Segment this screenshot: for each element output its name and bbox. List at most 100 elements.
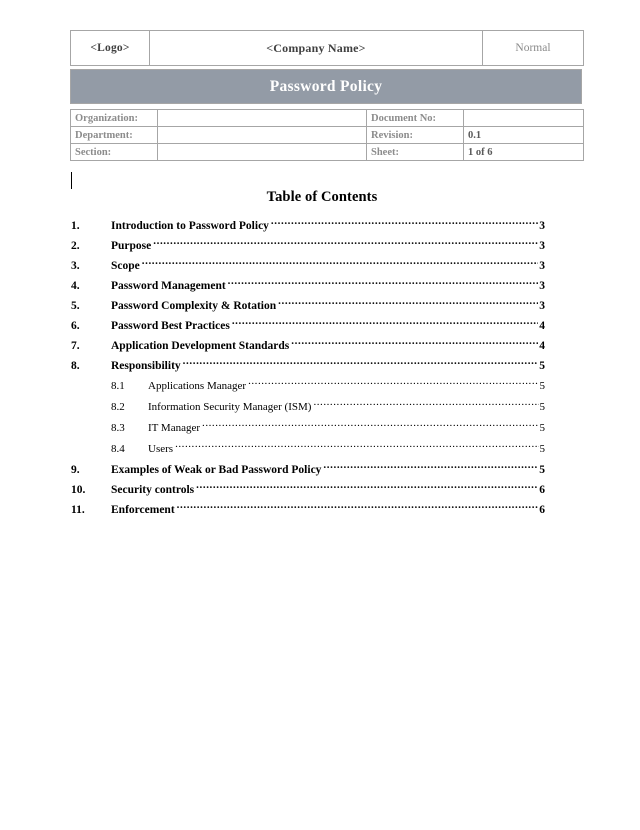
toc-entry-number: 5.	[71, 300, 80, 312]
toc-entry-number: 3.	[71, 260, 80, 272]
toc-entry-title: Password Complexity & Rotation	[111, 300, 277, 312]
metadata-value-revision[interactable]: 0.1	[463, 126, 584, 144]
document-metadata-table: Organization: Document No: Department: R…	[70, 109, 584, 161]
toc-dot-leader	[196, 482, 538, 493]
toc-entry-page-number: 6	[539, 504, 545, 516]
toc-entry-page-number: 6	[539, 484, 545, 496]
toc-entry[interactable]: 8.3 IT Manager 5	[71, 420, 545, 441]
toc-entry-number: 9.	[71, 464, 80, 476]
metadata-label-section: Section:	[70, 143, 158, 161]
toc-entry[interactable]: 11. Enforcement 6	[71, 502, 545, 522]
text-cursor-caret	[71, 172, 72, 189]
toc-entry[interactable]: 4. Password Management 3	[71, 278, 545, 298]
toc-entry-number: 10.	[71, 484, 86, 496]
toc-dot-leader	[202, 420, 538, 431]
toc-heading-label: Table of Contents	[266, 189, 378, 205]
classification-cell[interactable]: Normal	[482, 30, 584, 66]
toc-entry[interactable]: 7. Application Development Standards 4	[71, 338, 545, 358]
toc-dot-leader	[183, 358, 539, 369]
document-title-band: Password Policy	[70, 69, 582, 104]
header-row: <Logo> <Company Name> Normal	[70, 30, 584, 66]
toc-entry-title: Password Best Practices	[111, 320, 230, 332]
toc-dot-leader	[228, 278, 539, 289]
toc-entry-page-number: 5	[539, 443, 546, 455]
table-row: Department: Revision: 0.1	[70, 126, 584, 144]
toc-entry-title: Users	[148, 443, 174, 455]
toc-entry-number: 8.4	[111, 443, 125, 455]
toc-dot-leader	[142, 258, 539, 269]
toc-entry-title: Security controls	[111, 484, 195, 496]
document-header-table: <Logo> <Company Name> Normal	[70, 30, 584, 66]
table-row: Section: Sheet: 1 of 6	[70, 143, 584, 161]
toc-entry-page-number: 5	[539, 380, 546, 392]
toc-dot-leader	[323, 462, 538, 473]
toc-entry-page-number: 5	[539, 401, 546, 413]
metadata-value-department[interactable]	[157, 126, 367, 144]
toc-entry-page-number: 5	[539, 422, 546, 434]
toc-entry-page-number: 4	[539, 340, 545, 352]
metadata-value-document-no[interactable]	[463, 109, 584, 127]
toc-entry-title: Enforcement	[111, 504, 175, 516]
toc-entry-page-number: 3	[539, 260, 545, 272]
toc-entry[interactable]: 5. Password Complexity & Rotation 3	[71, 298, 545, 318]
toc-entry-title: Introduction to Password Policy	[111, 220, 269, 232]
toc-entry-page-number: 3	[539, 280, 545, 292]
toc-dot-leader	[271, 218, 538, 229]
toc-entry-title: Purpose	[111, 240, 152, 252]
toc-entry-number: 8.1	[111, 380, 125, 392]
toc-entry[interactable]: 1. Introduction to Password Policy 3	[71, 218, 545, 238]
toc-entry-title: Information Security Manager (ISM)	[148, 401, 312, 413]
metadata-label-revision: Revision:	[366, 126, 464, 144]
metadata-label-sheet: Sheet:	[366, 143, 464, 161]
toc-entry[interactable]: 8.4 Users 5	[71, 441, 545, 462]
table-row: Organization: Document No:	[70, 109, 584, 127]
toc-entry[interactable]: 2. Purpose 3	[71, 238, 545, 258]
toc-entry-number: 6.	[71, 320, 80, 332]
toc-entry-number: 11.	[71, 504, 85, 516]
toc-dot-leader	[291, 338, 538, 349]
toc-entry[interactable]: 6. Password Best Practices 4	[71, 318, 545, 338]
toc-dot-leader	[313, 399, 538, 410]
toc-entry-number: 1.	[71, 220, 80, 232]
toc-entry-title: Applications Manager	[148, 380, 247, 392]
company-name-placeholder-cell[interactable]: <Company Name>	[149, 30, 483, 66]
toc-dot-leader	[153, 238, 538, 249]
toc-entry-page-number: 5	[539, 464, 545, 476]
metadata-label-department: Department:	[70, 126, 158, 144]
metadata-value-sheet[interactable]: 1 of 6	[463, 143, 584, 161]
toc-entry-page-number: 5	[539, 360, 545, 372]
toc-entry-number: 8.2	[111, 401, 125, 413]
metadata-label-document-no: Document No:	[366, 109, 464, 127]
toc-entry-title: Responsibility	[111, 360, 181, 372]
toc-entry-page-number: 4	[539, 320, 545, 332]
toc-entry-title: Examples of Weak or Bad Password Policy	[111, 464, 322, 476]
document-page: <Logo> <Company Name> Normal Password Po…	[0, 0, 640, 830]
document-title: Password Policy	[269, 77, 383, 95]
toc-entry-title: Scope	[111, 260, 140, 272]
toc-entry[interactable]: 8. Responsibility 5	[71, 358, 545, 378]
toc-entry-title: Password Management	[111, 280, 226, 292]
toc-entry[interactable]: 8.2 Information Security Manager (ISM) 5	[71, 399, 545, 420]
toc-entry-page-number: 3	[539, 240, 545, 252]
toc-entry-number: 8.3	[111, 422, 125, 434]
toc-dot-leader	[232, 318, 538, 329]
toc-entry[interactable]: 3. Scope 3	[71, 258, 545, 278]
toc-entry-number: 2.	[71, 240, 80, 252]
toc-entry[interactable]: 10. Security controls 6	[71, 482, 545, 502]
toc-dot-leader	[278, 298, 538, 309]
toc-entry[interactable]: 9. Examples of Weak or Bad Password Polic…	[71, 462, 545, 482]
toc-entry-number: 7.	[71, 340, 80, 352]
toc-entry-page-number: 3	[539, 300, 545, 312]
toc-entry-number: 8.	[71, 360, 80, 372]
toc-entry-number: 4.	[71, 280, 80, 292]
metadata-value-organization[interactable]	[157, 109, 367, 127]
logo-placeholder-cell[interactable]: <Logo>	[70, 30, 150, 66]
metadata-label-organization: Organization:	[70, 109, 158, 127]
toc-entry-title: Application Development Standards	[111, 340, 290, 352]
toc-entry[interactable]: 8.1 Applications Manager 5	[71, 378, 545, 399]
toc-dot-leader	[175, 441, 538, 452]
metadata-value-section[interactable]	[157, 143, 367, 161]
toc-dot-leader	[177, 502, 539, 513]
table-of-contents: 1. Introduction to Password Policy 3 2. Purp…	[71, 218, 545, 522]
toc-dot-leader	[248, 378, 538, 389]
